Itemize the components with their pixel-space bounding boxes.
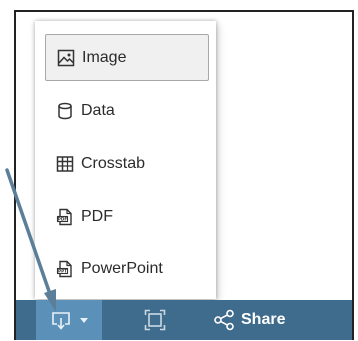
svg-text:PDF: PDF [58, 216, 68, 221]
menu-item-pdf[interactable]: PDF PDF [45, 193, 209, 240]
menu-item-image[interactable]: Image [45, 34, 209, 81]
fullscreen-button[interactable] [144, 309, 166, 331]
crosstab-icon [56, 155, 74, 173]
menu-item-label: Image [82, 48, 127, 66]
menu-item-label: PowerPoint [81, 259, 163, 277]
image-icon [57, 49, 75, 67]
pdf-icon: PDF [56, 208, 74, 226]
fullscreen-icon [144, 309, 166, 331]
download-button[interactable] [36, 300, 102, 340]
database-icon [56, 102, 74, 120]
svg-text:PPT: PPT [58, 268, 67, 273]
menu-item-label: Data [81, 101, 115, 119]
bottom-toolbar: Share [16, 300, 352, 340]
menu-item-crosstab[interactable]: Crosstab [45, 140, 209, 187]
menu-item-powerpoint[interactable]: PPT PowerPoint [45, 245, 209, 292]
chevron-down-icon [80, 317, 88, 323]
share-label: Share [241, 311, 286, 328]
share-button[interactable]: Share [213, 300, 285, 340]
powerpoint-icon: PPT [56, 260, 74, 278]
download-icon [50, 309, 72, 331]
download-menu: Image Data Crosstab PDF PDF PPT PowerPoi… [35, 21, 216, 299]
share-icon [214, 309, 234, 331]
menu-item-data[interactable]: Data [45, 87, 209, 134]
menu-item-label: Crosstab [81, 154, 146, 172]
menu-item-label: PDF [81, 207, 113, 225]
dashboard-frame: Image Data Crosstab PDF PDF PPT PowerPoi… [14, 10, 354, 340]
